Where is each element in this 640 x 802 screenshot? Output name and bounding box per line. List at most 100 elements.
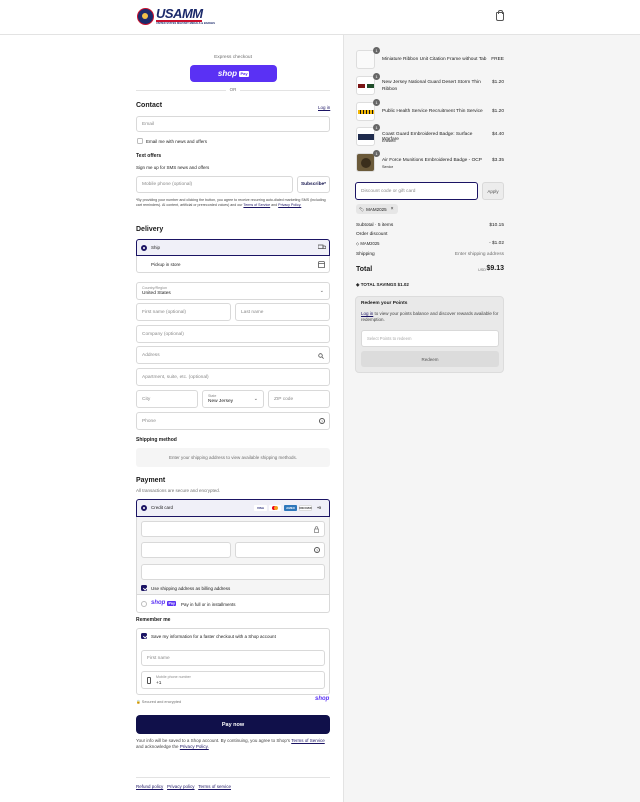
- item-thumbnail: [356, 127, 375, 146]
- refund-policy-link[interactable]: Refund policy: [136, 784, 163, 789]
- login-link[interactable]: Log in: [318, 105, 330, 110]
- city-field[interactable]: City: [136, 390, 198, 408]
- close-icon[interactable]: ×: [391, 206, 394, 212]
- truck-icon: [318, 244, 326, 249]
- news-checkbox[interactable]: [137, 138, 143, 144]
- country-select[interactable]: Country/Region United States ⌄: [136, 282, 330, 300]
- store-icon: [318, 261, 325, 268]
- sms-signup-text: Sign me up for SMS news and offers: [136, 165, 210, 170]
- last-name-field[interactable]: Last name: [235, 303, 330, 321]
- text-offers-title: Text offers: [136, 153, 162, 159]
- ship-radio[interactable]: [141, 245, 147, 251]
- zip-field[interactable]: ZIP code: [268, 390, 330, 408]
- item-qty-badge: 1: [373, 73, 380, 80]
- state-select[interactable]: State New Jersey ⌄: [202, 390, 264, 408]
- order-summary-panel: [343, 35, 640, 802]
- credit-card-radio[interactable]: [141, 505, 147, 511]
- item-name: Coast Guard Embroidered Badge: Surface W…: [382, 132, 473, 142]
- discount-code-line: ◇ MAM2025: [356, 241, 380, 246]
- apartment-field[interactable]: Apartment, suite, etc. (optional): [136, 368, 330, 386]
- save-info-label: Save my information for a faster checkou…: [151, 634, 276, 639]
- subscribe-button[interactable]: Subscribe*: [297, 176, 330, 193]
- help-icon[interactable]: ?: [319, 418, 325, 424]
- company-field[interactable]: Company (optional): [136, 325, 330, 343]
- phone-field[interactable]: Phone ?: [136, 412, 330, 430]
- name-on-card-field[interactable]: [141, 564, 325, 580]
- shipping-method-note: Enter your shipping address to view avai…: [136, 448, 330, 467]
- help-icon[interactable]: ?: [314, 547, 320, 553]
- item-price: $4.40: [491, 132, 504, 137]
- shop-pay-button[interactable]: shop Pay: [190, 65, 277, 82]
- contact-title: Contact: [136, 102, 163, 109]
- chevron-down-icon: ⌄: [319, 288, 324, 294]
- address-field[interactable]: Address: [136, 346, 330, 364]
- ship-label: Ship: [151, 245, 161, 250]
- header: USAMM UNITED STATES MILITARY MEDALS & BA…: [0, 0, 640, 35]
- item-price: $1.20: [491, 109, 504, 114]
- total-label: Total: [356, 266, 373, 273]
- terms-of-service-link[interactable]: Terms of service: [198, 784, 231, 789]
- item-name: Public Health Service Recruitment Thin S…: [382, 109, 483, 114]
- discount-field[interactable]: Discount code or gift card: [355, 182, 478, 200]
- points-text: Log in to view your points balance and d…: [361, 311, 499, 322]
- shop-pay-radio[interactable]: [141, 601, 147, 607]
- expiry-field[interactable]: [141, 542, 231, 558]
- sms-disclaimer: *By providing your number and clicking t…: [136, 198, 326, 207]
- item-qty-badge: 1: [373, 99, 380, 106]
- item-qty-badge: 1: [373, 124, 380, 131]
- subtotal-value: $10.15: [489, 223, 504, 228]
- shop-pay-logo: shop Pay: [151, 600, 177, 606]
- apply-button[interactable]: Apply: [482, 182, 504, 200]
- remember-me-title: Remember me: [136, 617, 171, 623]
- sms-phone-field[interactable]: Mobile phone (optional): [136, 176, 293, 193]
- item-thumbnail: [356, 153, 375, 172]
- tag-icon: ◈: [356, 282, 360, 287]
- first-name-field[interactable]: First name (optional): [136, 303, 231, 321]
- delivery-title: Delivery: [136, 226, 164, 233]
- discover-icon: DISCOVER: [299, 505, 312, 511]
- express-checkout-title: Express checkout: [214, 55, 252, 60]
- item-name: Air Force Munitions Embroidered Badge - …: [382, 158, 482, 163]
- shop-brand: shop: [315, 696, 330, 702]
- item-thumbnail: [356, 102, 375, 121]
- discount-value: - $1.02: [489, 241, 504, 246]
- shopping-bag-icon[interactable]: [496, 10, 504, 21]
- item-variant: Senior: [382, 165, 393, 169]
- points-select[interactable]: Select Points to redeem: [361, 330, 499, 347]
- item-price: $3.35: [491, 158, 504, 163]
- tag-icon: 🏷: [359, 206, 365, 212]
- item-thumbnail: [356, 50, 375, 69]
- shipping-value: Enter shipping address: [454, 252, 504, 257]
- visa-icon: VISA: [254, 505, 267, 511]
- search-icon: [318, 353, 324, 359]
- item-qty-badge: 1: [373, 150, 380, 157]
- mobile-icon: [147, 677, 151, 684]
- item-name: New Jersey National Guard Desert Storm T…: [382, 80, 481, 92]
- payment-title: Payment: [136, 477, 166, 484]
- news-label: Email me with news and offers: [146, 139, 207, 144]
- card-number-field[interactable]: [141, 521, 325, 537]
- privacy-policy-link[interactable]: Privacy policy: [167, 784, 195, 789]
- item-variant: Enlisted: [382, 139, 396, 143]
- logo-subtitle: UNITED STATES MILITARY MEDALS & BADGES: [156, 22, 215, 25]
- save-info-checkbox[interactable]: [141, 633, 147, 639]
- ship-option[interactable]: [136, 239, 330, 256]
- secure-note: 🔒 Secured and encrypted: [136, 700, 182, 704]
- store-logo[interactable]: USAMM UNITED STATES MILITARY MEDALS & BA…: [137, 6, 215, 27]
- chevron-down-icon: ⌄: [253, 396, 258, 402]
- email-field[interactable]: Email: [136, 116, 330, 132]
- billing-label: Use shipping address as billing address: [151, 586, 231, 591]
- pay-now-button[interactable]: Pay now: [136, 715, 330, 734]
- remember-mobile-field[interactable]: Mobile phone number +1: [141, 671, 325, 689]
- logo-word: USAMM: [156, 6, 203, 21]
- total-value: $9.13: [486, 265, 504, 272]
- security-code-field[interactable]: ?: [235, 542, 325, 558]
- redeem-button[interactable]: Redeem: [361, 351, 499, 367]
- billing-checkbox[interactable]: [141, 585, 147, 591]
- or-divider: OR: [226, 87, 240, 92]
- seal-icon: [137, 8, 154, 25]
- shipping-method-title: Shipping method: [136, 437, 177, 443]
- remember-first-name-field[interactable]: First name: [141, 650, 325, 666]
- mastercard-icon: [269, 505, 281, 511]
- credit-card-label: Credit card: [151, 505, 174, 510]
